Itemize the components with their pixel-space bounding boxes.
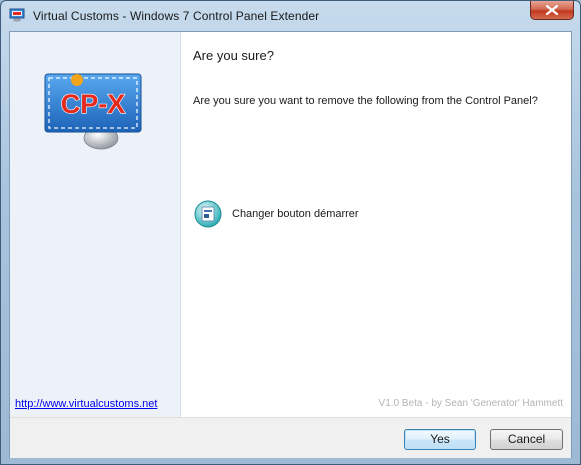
confirmation-question: Are you sure you want to remove the foll… [193, 95, 538, 107]
start-button-icon [193, 199, 223, 229]
close-icon [546, 5, 558, 15]
page-title: Are you sure? [193, 48, 274, 63]
window-title: Virtual Customs - Windows 7 Control Pane… [33, 9, 320, 23]
cpx-app-icon [9, 8, 25, 22]
version-credit: V1.0 Beta - by Sean 'Generator' Hammett [378, 398, 563, 409]
dialog-window: Virtual Customs - Windows 7 Control Pane… [0, 0, 581, 465]
button-bar: Yes Cancel [10, 417, 571, 458]
cpx-logo: CP-X [43, 72, 143, 152]
yes-button[interactable]: Yes [404, 429, 476, 450]
list-item-label: Changer bouton démarrer [232, 208, 359, 220]
title-bar[interactable]: Virtual Customs - Windows 7 Control Pane… [1, 1, 580, 31]
sidebar: CP-X http://www.virtualcustoms.net [10, 32, 181, 417]
close-button[interactable] [530, 1, 574, 20]
list-item[interactable]: Changer bouton démarrer [193, 198, 359, 230]
main-panel: Are you sure? Are you sure you want to r… [181, 32, 571, 417]
logo-text: CP-X [61, 89, 126, 119]
cancel-button[interactable]: Cancel [490, 429, 563, 450]
website-link[interactable]: http://www.virtualcustoms.net [15, 398, 157, 410]
dialog-content: CP-X http://www.virtualcustoms.net Are y… [9, 31, 572, 458]
